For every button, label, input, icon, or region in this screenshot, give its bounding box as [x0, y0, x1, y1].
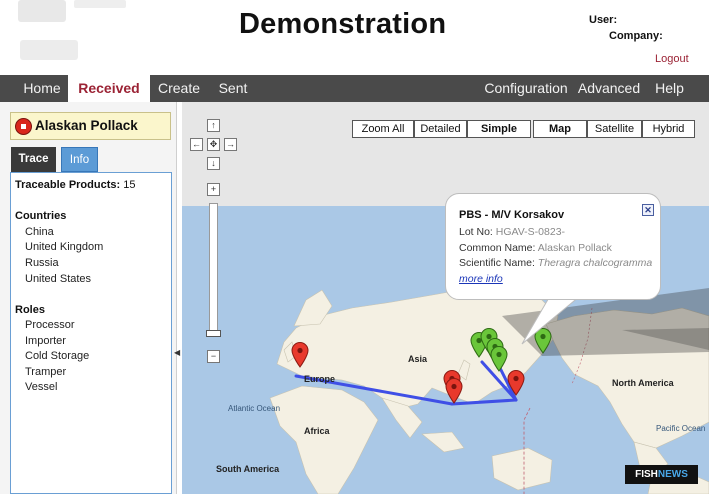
- stop-icon: [15, 118, 32, 135]
- red-marker[interactable]: [507, 370, 525, 396]
- nav-received[interactable]: Received: [68, 75, 150, 102]
- logo: [18, 0, 128, 62]
- sidebar: Alaskan Pollack Trace Info Traceable Pro…: [0, 102, 177, 494]
- green-marker[interactable]: [490, 346, 508, 372]
- role-item: Vessel: [25, 381, 58, 393]
- logout-link[interactable]: Logout: [655, 53, 689, 65]
- country-item: United States: [25, 273, 92, 285]
- company-label: Company:: [609, 30, 663, 42]
- zoom-all-button[interactable]: Zoom All: [352, 120, 414, 138]
- scientific-name-value: Theragra chalcogramma: [537, 257, 653, 269]
- role-item: Cold Storage: [25, 350, 90, 362]
- tab-trace[interactable]: Trace: [11, 147, 56, 172]
- zoom-out-icon[interactable]: −: [207, 350, 220, 363]
- page: Demonstration User: Company: Logout Home…: [0, 0, 709, 494]
- label-north-america: North America: [612, 378, 674, 388]
- tab-info[interactable]: Info: [61, 147, 98, 172]
- common-name-label: Common Name:: [459, 242, 536, 254]
- page-title: Demonstration: [239, 8, 447, 40]
- pan-up-icon[interactable]: ↑: [207, 119, 220, 132]
- traceable-label: Traceable Products:: [15, 179, 121, 191]
- nav-create[interactable]: Create: [150, 75, 208, 102]
- nav-configuration[interactable]: Configuration: [480, 75, 572, 102]
- roles-heading: Roles: [15, 304, 45, 316]
- scientific-name-row: Scientific Name: Theragra chalcogramma: [459, 257, 652, 269]
- label-pacific-ocean: Pacific Ocean: [656, 424, 706, 433]
- watermark-fish: FISH: [635, 469, 658, 480]
- country-item: United Kingdom: [25, 241, 104, 253]
- pan-right-icon[interactable]: →: [224, 138, 237, 151]
- label-europe: Europe: [304, 374, 336, 384]
- nav-home[interactable]: Home: [16, 75, 68, 102]
- role-item: Tramper: [25, 366, 67, 378]
- nav-advanced[interactable]: Advanced: [572, 75, 646, 102]
- nav-sent[interactable]: Sent: [208, 75, 258, 102]
- pan-center-icon[interactable]: ✥: [207, 138, 220, 151]
- info-window-title: PBS - M/V Korsakov: [459, 209, 565, 221]
- main-nav: Home Received Create Sent Configuration …: [0, 75, 709, 102]
- user-label: User:: [589, 14, 618, 26]
- common-name-row: Common Name: Alaskan Pollack: [459, 242, 612, 254]
- product-header: Alaskan Pollack: [10, 112, 171, 140]
- scientific-name-label: Scientific Name:: [459, 257, 535, 269]
- pan-down-icon[interactable]: ↓: [207, 157, 220, 170]
- product-name: Alaskan Pollack: [35, 118, 138, 133]
- role-item: Processor: [25, 319, 75, 331]
- more-info-link[interactable]: more info: [459, 273, 503, 285]
- map-type-satellite-button[interactable]: Satellite: [587, 120, 642, 138]
- watermark: FISHNEWS: [625, 465, 698, 484]
- traceable-count: 15: [123, 179, 136, 191]
- detailed-button[interactable]: Detailed: [414, 120, 467, 138]
- simple-button[interactable]: Simple: [467, 120, 531, 138]
- red-marker[interactable]: [445, 378, 463, 404]
- label-atlantic-ocean: Atlantic Ocean: [228, 404, 281, 413]
- role-item: Importer: [25, 335, 66, 347]
- close-icon[interactable]: ✕: [642, 204, 654, 216]
- label-south-america: South America: [216, 464, 280, 474]
- label-africa: Africa: [304, 426, 330, 436]
- red-marker[interactable]: [291, 342, 309, 368]
- lot-value: HGAV-S-0823-: [495, 226, 566, 238]
- common-name-value: Alaskan Pollack: [537, 242, 612, 254]
- info-window-tail: [521, 296, 581, 345]
- header: Demonstration User: Company: Logout: [0, 0, 709, 75]
- watermark-news: NEWS: [657, 469, 688, 480]
- map-type-map-button[interactable]: Map: [533, 120, 587, 138]
- pan-left-icon[interactable]: ←: [190, 138, 203, 151]
- country-item: China: [25, 226, 54, 238]
- info-panel: Traceable Products: 15 Countries China U…: [10, 172, 172, 494]
- traceable-products: Traceable Products: 15: [15, 179, 135, 191]
- countries-heading: Countries: [15, 210, 67, 222]
- nav-help[interactable]: Help: [646, 75, 693, 102]
- map-type-hybrid-button[interactable]: Hybrid: [642, 120, 695, 138]
- label-asia: Asia: [408, 354, 428, 364]
- zoom-in-icon[interactable]: +: [207, 183, 220, 196]
- zoom-slider-handle[interactable]: [206, 330, 221, 337]
- country-item: Russia: [25, 257, 59, 269]
- collapse-sidebar-icon[interactable]: ◀: [174, 348, 180, 357]
- lot-label: Lot No:: [459, 226, 493, 238]
- lot-row: Lot No: HGAV-S-0823-: [459, 226, 565, 238]
- zoom-slider[interactable]: [209, 203, 218, 331]
- info-window: ✕ PBS - M/V Korsakov Lot No: HGAV-S-0823…: [445, 193, 661, 300]
